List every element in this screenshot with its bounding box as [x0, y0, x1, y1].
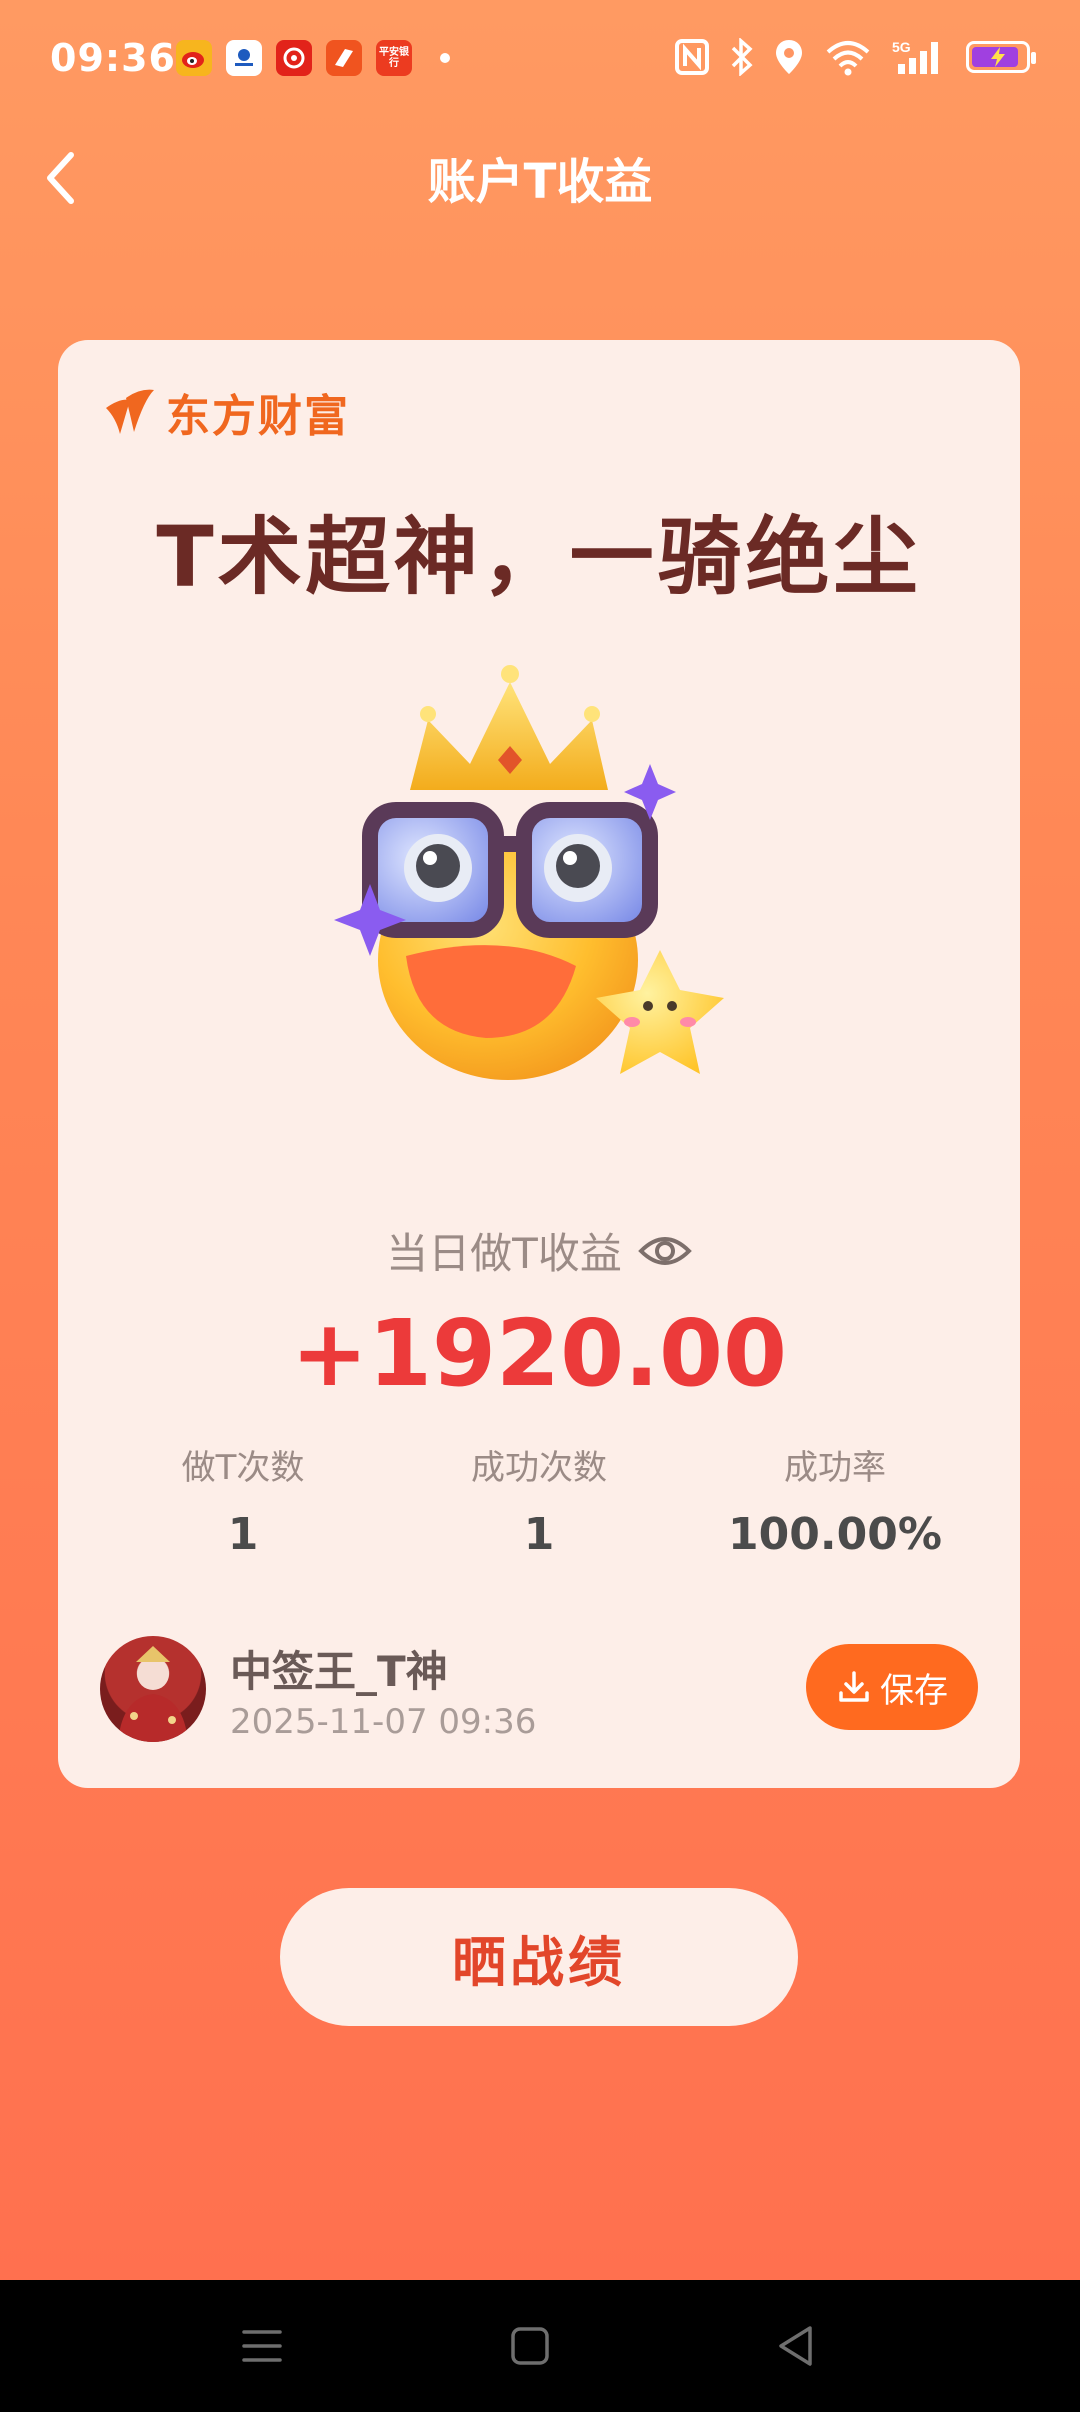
share-results-button[interactable]: 晒战绩: [280, 1888, 798, 2026]
save-label: 保存: [880, 1670, 948, 1711]
user-name: 中签王_T神: [230, 1647, 448, 1696]
location-icon: [776, 40, 802, 74]
eastmoney-logo-icon: [106, 389, 154, 434]
status-app-icons: 平安银行: [176, 40, 450, 76]
battery-icon: [966, 41, 1036, 73]
nfc-icon: [675, 39, 709, 75]
metric-label-row: 当日做T收益: [58, 1220, 1020, 1281]
system-nav-bar: [0, 2280, 1080, 2412]
page-title: 账户T收益: [427, 154, 653, 210]
timestamp: 2025-11-07 09:36: [230, 1702, 537, 1742]
eastmoney-app-icon: [326, 40, 362, 76]
eye-icon[interactable]: [637, 1231, 692, 1271]
netease-music-icon: [276, 40, 312, 76]
weibo-icon: [176, 40, 212, 76]
stat-success-count: 成功次数 1: [394, 1440, 684, 1560]
stat-value: 1: [523, 1509, 555, 1560]
avatar: [100, 1636, 206, 1742]
stat-trade-count: 做T次数 1: [98, 1440, 388, 1560]
stat-label: 成功率: [784, 1448, 886, 1488]
status-time: 09:36: [50, 36, 176, 80]
earnings-card: 东方财富 T术超神，一骑绝尘 当日做T收益 +1920.00 做T次数 1 成功…: [58, 340, 1020, 1788]
status-indicators: 5G: [674, 38, 1036, 76]
pingan-bank-icon: 平安银行: [376, 40, 412, 76]
stat-label: 成功次数: [471, 1448, 607, 1488]
stat-label: 做T次数: [181, 1448, 305, 1488]
stat-success-rate: 成功率 100.00%: [690, 1440, 980, 1560]
brand-name: 东方财富: [166, 391, 350, 442]
mascot-illustration: [334, 665, 724, 1080]
news-app-icon: [226, 40, 262, 76]
notification-dot-icon: [440, 53, 450, 63]
home-icon[interactable]: [510, 2326, 550, 2366]
status-bar: 09:36 平安银行 5G: [0, 0, 1080, 124]
user-row: 中签王_T神 2025-11-07 09:36 保存: [100, 1636, 978, 1746]
daily-profit-value: +1920.00: [290, 1300, 788, 1407]
save-button[interactable]: 保存: [806, 1644, 978, 1730]
back-triangle-icon[interactable]: [776, 2324, 816, 2368]
download-icon: [839, 1671, 869, 1702]
wifi-icon: [826, 41, 870, 76]
bluetooth-icon: [731, 38, 753, 76]
headline: T术超神，一骑绝尘: [156, 508, 922, 606]
brand-logo: 东方财富: [100, 380, 350, 444]
stat-value: 1: [227, 1509, 259, 1560]
stat-value: 100.00%: [728, 1509, 942, 1560]
signal-5g-icon: 5G: [892, 39, 938, 74]
metric-label: 当日做T收益: [386, 1229, 622, 1278]
menu-icon[interactable]: [242, 2326, 282, 2366]
stats-row: 做T次数 1 成功次数 1 成功率 100.00%: [98, 1440, 980, 1560]
svg-text:5G: 5G: [892, 39, 911, 55]
